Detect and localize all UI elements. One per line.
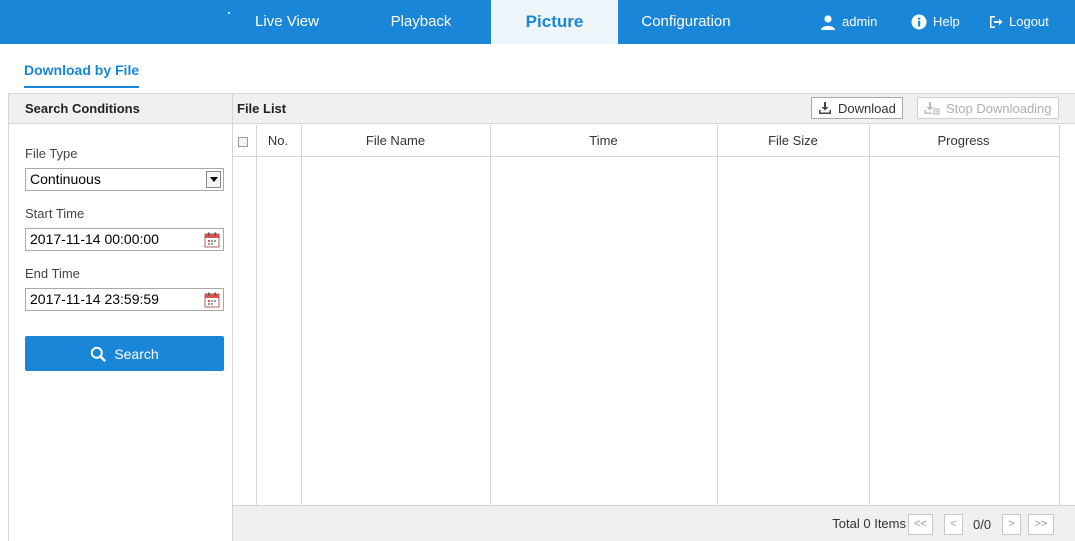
prev-page-button[interactable]: < — [944, 514, 963, 535]
sub-nav: Download by File — [8, 44, 1075, 92]
search-icon — [91, 346, 107, 362]
col-no: No. — [267, 133, 289, 148]
tab-configuration[interactable]: Configuration — [630, 0, 742, 44]
tab-playback[interactable]: Playback — [378, 0, 464, 44]
col-progress: Progress — [937, 133, 990, 148]
table-header: No. File Name Time File Size Progress — [233, 125, 1060, 157]
tab-live-view[interactable]: Live View — [246, 0, 328, 44]
file-list-panel: File List Download Stop Downloading No. … — [232, 93, 1075, 541]
column-divider — [301, 125, 302, 505]
first-page-button[interactable]: << — [908, 514, 933, 535]
column-divider — [717, 125, 718, 505]
last-page-button[interactable]: >> — [1028, 514, 1054, 535]
start-time-input[interactable]: 2017-11-14 00:00:00 — [25, 228, 224, 251]
user-icon — [821, 15, 835, 30]
user-name: admin — [842, 14, 878, 29]
stop-downloading-button[interactable]: Stop Downloading — [917, 97, 1059, 119]
logout-icon — [990, 16, 1003, 28]
download-icon — [819, 102, 831, 114]
stop-download-icon — [924, 102, 940, 115]
end-time-value: 2017-11-14 23:59:59 — [30, 291, 159, 307]
file-type-label: File Type — [25, 146, 78, 161]
column-divider — [869, 125, 870, 505]
file-type-select[interactable]: Continuous — [25, 168, 224, 191]
search-conditions-panel: Search Conditions File Type Continuous S… — [8, 93, 233, 541]
page-indicator: 0/0 — [973, 517, 992, 532]
column-divider — [256, 125, 257, 505]
top-nav-bar: Live View Playback Picture Configuration… — [0, 0, 1075, 44]
tab-download-by-file[interactable]: Download by File — [24, 62, 140, 88]
file-list-title: File List — [237, 101, 287, 116]
calendar-icon[interactable] — [204, 292, 220, 308]
column-divider — [490, 125, 491, 505]
start-time-label: Start Time — [25, 206, 85, 221]
col-file-name: File Name — [365, 133, 426, 148]
chevron-down-icon[interactable] — [206, 171, 221, 188]
help-link[interactable]: Help — [911, 0, 960, 44]
stop-downloading-label: Stop Downloading — [946, 100, 1052, 116]
total-items: Total 0 Items — [832, 516, 906, 531]
select-all-checkbox[interactable] — [238, 137, 248, 147]
end-time-label: End Time — [25, 266, 80, 281]
search-conditions-title: Search Conditions — [9, 94, 232, 124]
col-time: Time — [589, 133, 618, 148]
search-button[interactable]: Search — [25, 336, 224, 371]
help-icon — [911, 14, 927, 30]
tab-picture[interactable]: Picture — [491, 0, 618, 44]
col-file-size: File Size — [768, 133, 818, 148]
file-table: No. File Name Time File Size Progress — [233, 125, 1060, 505]
end-time-input[interactable]: 2017-11-14 23:59:59 — [25, 288, 224, 311]
download-label: Download — [838, 100, 896, 116]
file-type-value: Continuous — [30, 171, 101, 187]
nav-dot — [228, 12, 230, 14]
next-page-button[interactable]: > — [1002, 514, 1021, 535]
start-time-value: 2017-11-14 00:00:00 — [30, 231, 159, 247]
calendar-icon[interactable] — [204, 232, 220, 248]
download-button[interactable]: Download — [811, 97, 903, 119]
file-list-header: File List Download Stop Downloading — [233, 94, 1075, 124]
table-footer: Total 0 Items << < 0/0 > >> — [233, 505, 1075, 541]
help-label: Help — [933, 14, 960, 29]
search-button-label: Search — [114, 345, 159, 362]
user-menu[interactable]: admin — [820, 0, 877, 44]
logout-label: Logout — [1009, 14, 1049, 29]
logout-link[interactable]: Logout — [989, 0, 1049, 44]
